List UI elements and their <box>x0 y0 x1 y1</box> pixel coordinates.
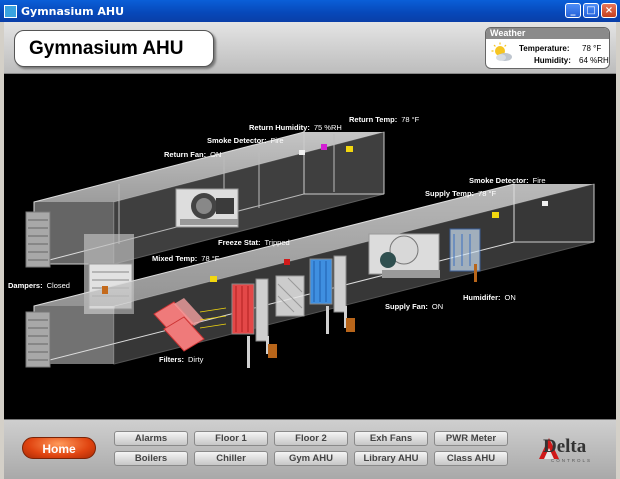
nav-exh-fans-button[interactable]: Exh Fans <box>354 431 428 446</box>
mixed-temp-point[interactable]: Mixed Temp: 78 °F <box>152 254 219 263</box>
weather-temperature-value: 78 °F <box>582 44 602 53</box>
outdoor-air-louver-lower <box>25 311 51 368</box>
nav-chiller-button[interactable]: Chiller <box>194 451 268 466</box>
window-title: Gymnasium AHU <box>21 4 125 18</box>
home-button[interactable]: Home <box>22 437 96 459</box>
smoke-detector-return-value: Fire <box>270 136 284 145</box>
nav-floor-2-button[interactable]: Floor 2 <box>274 431 348 446</box>
return-fan-value: ON <box>210 150 222 159</box>
supply-temp-label: Supply Temp: <box>425 189 475 198</box>
delta-logo-subtext: CONTROLS <box>551 458 593 463</box>
page-title: Gymnasium AHU <box>29 37 184 59</box>
nav-gym-ahu-button[interactable]: Gym AHU <box>274 451 348 466</box>
return-fan <box>175 188 239 228</box>
dampers-label: Dampers: <box>8 281 43 290</box>
weather-humidity-row: Humidity: <box>534 56 571 65</box>
filters-point[interactable]: Filters: Dirty <box>159 355 203 364</box>
filters-label: Filters: <box>159 355 185 364</box>
close-icon: × <box>604 5 614 16</box>
smoke-detector-supply-point[interactable]: Smoke Detector: Fire <box>469 176 546 185</box>
page-title-box: Gymnasium AHU <box>14 30 214 67</box>
humidifier-point[interactable]: Humidifer: ON <box>463 293 516 302</box>
nav-alarms-button[interactable]: Alarms <box>114 431 188 446</box>
nav-boilers-button[interactable]: Boilers <box>114 451 188 466</box>
return-humidity-label: Return Humidity: <box>249 123 310 132</box>
smoke-detector-return-icon <box>299 150 305 155</box>
humidity-label: Humidity: <box>534 56 571 65</box>
return-humidity-value: 75 %RH <box>313 123 342 132</box>
dampers-point[interactable]: Dampers: Closed <box>8 281 70 290</box>
weather-temperature-row: Temperature: <box>519 44 570 53</box>
weather-heading: Weather <box>486 28 609 39</box>
supply-fan-label: Supply Fan: <box>385 302 428 311</box>
nav-pwr-meter-button[interactable]: PWR Meter <box>434 431 508 446</box>
damper-actuator-icon <box>102 286 108 294</box>
weather-humidity-value: 64 %RH <box>579 56 609 65</box>
supply-temp-sensor-icon <box>492 212 499 218</box>
minimize-icon: _ <box>570 5 576 16</box>
humidity-sensor-icon <box>321 144 327 150</box>
freeze-stat-point[interactable]: Freeze Stat: Tripped <box>218 238 290 247</box>
freeze-stat-label: Freeze Stat: <box>218 238 261 247</box>
return-temp-point[interactable]: Return Temp: 78 °F <box>349 115 419 124</box>
partly-sunny-icon <box>491 42 512 61</box>
maximize-icon: □ <box>586 5 596 16</box>
mixed-temp-label: Mixed Temp: <box>152 254 198 263</box>
minimize-button[interactable]: _ <box>565 3 581 18</box>
return-humidity-point[interactable]: Return Humidity: 75 %RH <box>249 123 342 132</box>
smoke-detector-supply-label: Smoke Detector: <box>469 176 529 185</box>
humidifier-value: ON <box>504 293 516 302</box>
smoke-detector-return-label: Smoke Detector: <box>207 136 267 145</box>
supply-temp-value: 78 °F <box>478 189 497 198</box>
footer-nav: Home Alarms Floor 1 Floor 2 Exh Fans PWR… <box>4 419 616 479</box>
supply-temp-point[interactable]: Supply Temp: 78 °F <box>425 189 496 198</box>
freeze-stat-value: Tripped <box>264 238 290 247</box>
dampers-value: Closed <box>46 281 70 290</box>
close-button[interactable]: × <box>601 3 617 18</box>
supply-fan-point[interactable]: Supply Fan: ON <box>385 302 443 311</box>
humidifier-label: Humidifer: <box>463 293 501 302</box>
supply-fan-value: ON <box>431 302 444 311</box>
mixed-temp-value: 78 °F <box>201 254 220 263</box>
page-header: Gymnasium AHU Weather Temperature: 78 °F… <box>4 22 616 74</box>
filters-value: Dirty <box>188 355 204 364</box>
app-icon <box>4 4 17 18</box>
return-temp-label: Return Temp: <box>349 115 398 124</box>
temperature-label: Temperature: <box>519 44 570 53</box>
supply-fan <box>368 233 440 278</box>
maximize-button[interactable]: □ <box>583 3 599 18</box>
weather-panel: Weather Temperature: 78 °F Humidity: 64 … <box>485 27 610 69</box>
ahu-graphic-canvas: Return Humidity: 75 %RH Return Temp: 78 °F… <box>4 74 616 419</box>
mixed-temp-sensor-icon <box>210 276 217 282</box>
return-fan-point[interactable]: Return Fan: ON <box>164 150 221 159</box>
smoke-detector-supply-value: Fire <box>532 176 546 185</box>
freeze-stat-alarm-icon <box>284 259 290 265</box>
smoke-detector-supply-icon <box>542 201 548 206</box>
nav-floor-1-button[interactable]: Floor 1 <box>194 431 268 446</box>
return-temp-sensor-icon <box>346 146 353 152</box>
window-titlebar: Gymnasium AHU _ □ × <box>0 0 620 22</box>
smoke-detector-return-point[interactable]: Smoke Detector: Fire <box>207 136 284 145</box>
return-temp-value: 78 °F <box>401 115 420 124</box>
delta-logo-text: Delta <box>543 436 587 457</box>
nav-library-ahu-button[interactable]: Library AHU <box>354 451 428 466</box>
outdoor-air-louver <box>25 211 51 268</box>
nav-class-ahu-button[interactable]: Class AHU <box>434 451 508 466</box>
return-fan-label: Return Fan: <box>164 150 207 159</box>
